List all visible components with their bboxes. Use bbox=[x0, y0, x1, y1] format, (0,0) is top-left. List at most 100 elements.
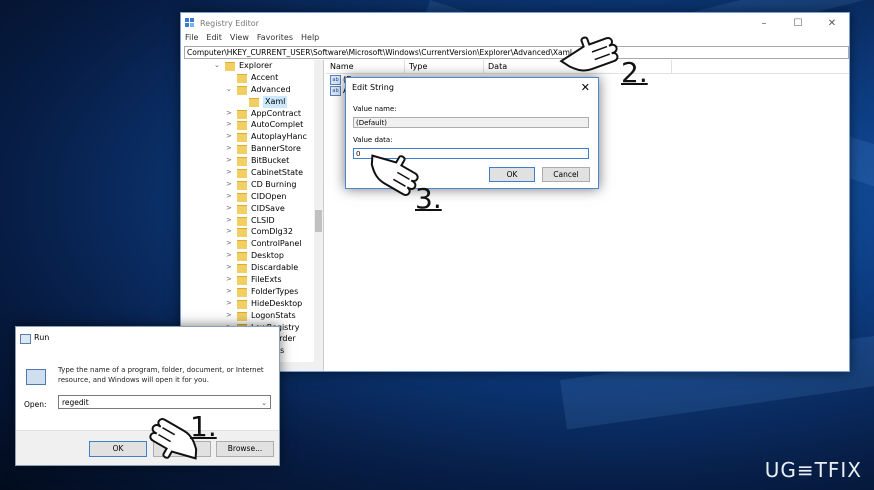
column-name[interactable]: Name bbox=[326, 60, 405, 73]
tree-item-label: Discardable bbox=[251, 263, 299, 273]
tree-item-label: BitBucket bbox=[251, 156, 290, 166]
tree-item[interactable]: > FolderTypes bbox=[181, 286, 323, 298]
step-2-label: 2. bbox=[621, 56, 648, 89]
chevron-right-icon[interactable]: > bbox=[226, 179, 232, 191]
minimize-button[interactable]: – bbox=[747, 18, 781, 29]
ok-button[interactable]: OK bbox=[489, 167, 535, 182]
tree-item[interactable]: > ComDlg32 bbox=[181, 226, 323, 238]
folder-icon bbox=[249, 97, 259, 107]
chevron-down-icon[interactable]: ⌄ bbox=[261, 396, 267, 410]
tree-item[interactable]: > CLSID bbox=[181, 215, 323, 227]
address-bar[interactable]: Computer\HKEY_CURRENT_USER\Software\Micr… bbox=[184, 46, 849, 59]
tree-item[interactable]: > BannerStore bbox=[181, 143, 323, 155]
chevron-right-icon[interactable]: > bbox=[226, 286, 232, 298]
chevron-right-icon[interactable]: > bbox=[226, 119, 232, 131]
chevron-right-icon[interactable]: > bbox=[226, 143, 232, 155]
column-type[interactable]: Type bbox=[405, 60, 484, 73]
tree-item[interactable]: > HideDesktop bbox=[181, 298, 323, 310]
tree-item[interactable]: > AutoplayHanc bbox=[181, 131, 323, 143]
chevron-down-icon[interactable]: ⌄ bbox=[226, 84, 232, 96]
title-bar: Registry Editor – ☐ ✕ bbox=[181, 13, 849, 33]
folder-icon bbox=[237, 252, 247, 262]
chevron-right-icon[interactable]: > bbox=[226, 131, 232, 143]
tree-item[interactable]: Xaml bbox=[181, 95, 323, 108]
browse-button[interactable]: Browse... bbox=[216, 441, 274, 457]
string-value-icon: ab bbox=[330, 74, 341, 85]
chevron-right-icon[interactable]: > bbox=[226, 191, 232, 203]
run-title-bar: Run bbox=[16, 327, 279, 349]
run-description: Type the name of a program, folder, docu… bbox=[58, 366, 264, 384]
menu-edit[interactable]: Edit bbox=[206, 33, 222, 46]
chevron-right-icon[interactable]: > bbox=[226, 203, 232, 215]
close-button[interactable]: ✕ bbox=[815, 18, 849, 29]
run-icon bbox=[20, 334, 31, 344]
menu-file[interactable]: File bbox=[185, 33, 198, 46]
tree-item[interactable]: > CabinetState bbox=[181, 167, 323, 179]
folder-icon bbox=[237, 85, 247, 95]
tree-item-label: CIDOpen bbox=[251, 191, 287, 201]
tree-item[interactable]: > Desktop bbox=[181, 250, 323, 262]
cancel-button[interactable]: Cancel bbox=[542, 167, 590, 182]
chevron-right-icon[interactable]: > bbox=[226, 108, 232, 120]
tree-item[interactable]: > CIDSave bbox=[181, 203, 323, 215]
menu-help[interactable]: Help bbox=[301, 33, 319, 46]
tree-item-label: Desktop bbox=[251, 251, 284, 261]
scrollbar-thumb[interactable] bbox=[315, 210, 322, 232]
tree-item-label: Explorer bbox=[239, 61, 273, 70]
menu-view[interactable]: View bbox=[230, 33, 249, 46]
folder-icon bbox=[237, 157, 247, 167]
tree-item[interactable]: > CD Burning bbox=[181, 179, 323, 191]
chevron-right-icon[interactable]: > bbox=[226, 226, 232, 238]
tree-item[interactable]: > BitBucket bbox=[181, 155, 323, 167]
tree-item[interactable]: > CIDOpen bbox=[181, 191, 323, 203]
chevron-right-icon[interactable]: > bbox=[226, 274, 232, 286]
tree-item[interactable]: Accent bbox=[181, 72, 323, 84]
run-title: Run bbox=[34, 333, 50, 342]
folder-icon bbox=[237, 216, 247, 226]
registry-tree: ⌄ Explorer Accent ⌄ Advanced Xaml > AppContract… bbox=[181, 60, 324, 371]
chevron-right-icon[interactable]: > bbox=[226, 310, 232, 322]
folder-icon bbox=[237, 240, 247, 250]
pointing-hand-icon bbox=[559, 36, 619, 72]
chevron-right-icon[interactable]: > bbox=[226, 262, 232, 274]
folder-icon bbox=[237, 121, 247, 131]
folder-icon bbox=[237, 145, 247, 155]
tree-item-label: CD Burning bbox=[251, 179, 297, 189]
chevron-right-icon[interactable]: > bbox=[226, 238, 232, 250]
menu-favorites[interactable]: Favorites bbox=[257, 33, 293, 46]
step-3-label: 3. bbox=[415, 182, 442, 215]
dialog-title-bar: Edit String ✕ bbox=[346, 78, 598, 98]
tree-item-label: AutoplayHanc bbox=[251, 132, 307, 142]
folder-icon bbox=[225, 62, 235, 71]
tree-item-label: AppContract bbox=[251, 108, 302, 118]
chevron-right-icon[interactable]: > bbox=[226, 167, 232, 179]
chevron-right-icon[interactable]: > bbox=[226, 250, 232, 262]
open-label: Open: bbox=[24, 400, 47, 409]
chevron-down-icon[interactable]: ⌄ bbox=[214, 60, 220, 72]
tree-item[interactable]: ⌄ Advanced bbox=[181, 84, 323, 96]
chevron-right-icon[interactable]: > bbox=[226, 298, 232, 310]
folder-icon bbox=[237, 276, 247, 286]
tree-item[interactable]: > AutoComplet bbox=[181, 119, 323, 131]
tree-item-label: LogonStats bbox=[251, 310, 296, 320]
tree-item[interactable]: > FileExts bbox=[181, 274, 323, 286]
folder-icon bbox=[237, 299, 247, 309]
tree-item[interactable]: > AppContract bbox=[181, 108, 323, 120]
folder-icon bbox=[237, 192, 247, 202]
tree-item[interactable]: > ControlPanel bbox=[181, 238, 323, 250]
tree-item-label: BannerStore bbox=[251, 144, 301, 154]
tree-vertical-scrollbar[interactable] bbox=[314, 60, 323, 362]
folder-icon bbox=[237, 109, 247, 119]
tree-item[interactable]: > Discardable bbox=[181, 262, 323, 274]
maximize-button[interactable]: ☐ bbox=[781, 18, 815, 29]
value-name-label: Value name: bbox=[353, 105, 397, 113]
registry-editor-icon bbox=[185, 18, 195, 28]
close-button[interactable]: ✕ bbox=[581, 78, 590, 98]
open-input-value: regedit bbox=[62, 398, 89, 407]
chevron-right-icon[interactable]: > bbox=[226, 155, 232, 167]
tree-item[interactable]: > LogonStats bbox=[181, 310, 323, 322]
folder-icon bbox=[237, 180, 247, 190]
open-input[interactable]: regedit ⌄ bbox=[58, 395, 271, 409]
chevron-right-icon[interactable]: > bbox=[226, 215, 232, 227]
tree-item[interactable]: ⌄ Explorer bbox=[181, 60, 323, 72]
